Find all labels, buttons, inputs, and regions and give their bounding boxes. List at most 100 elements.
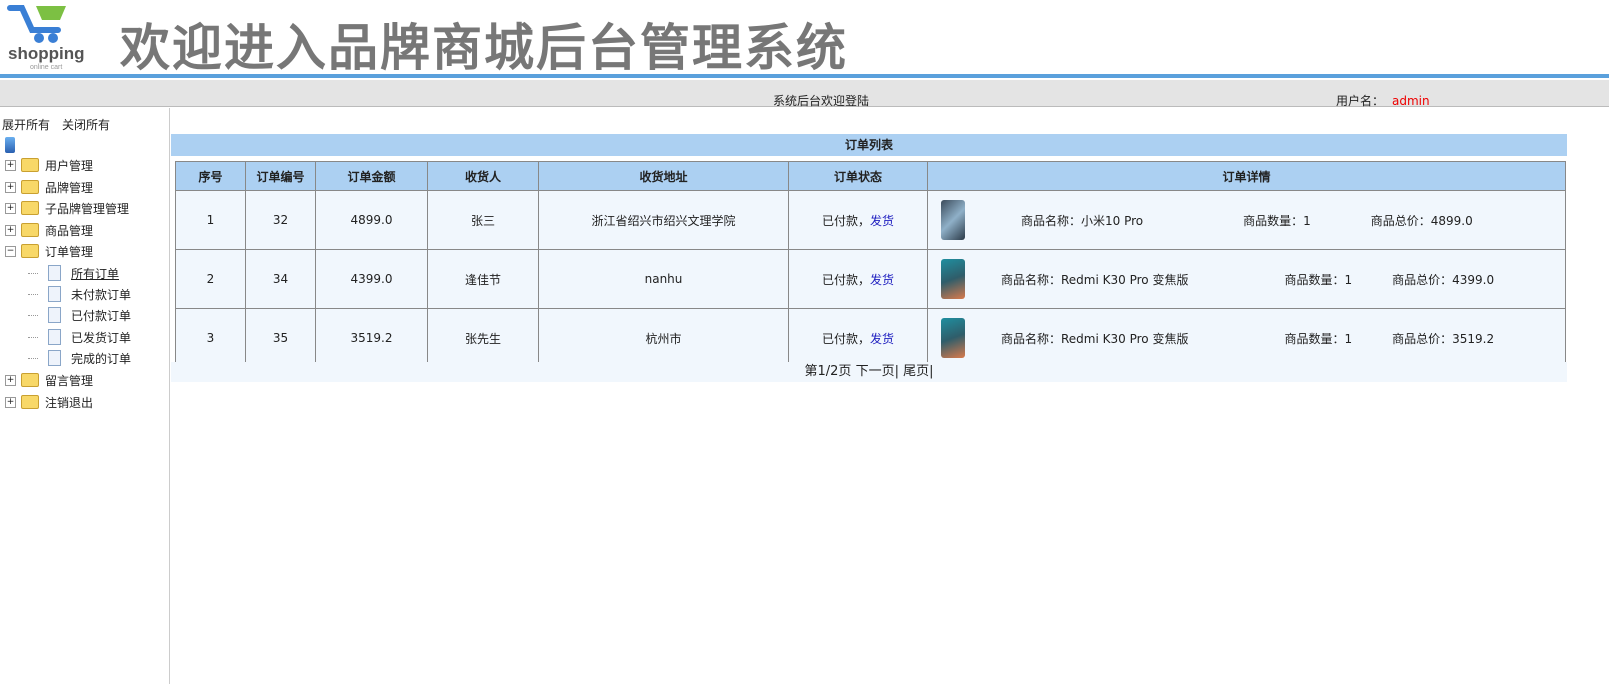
item-label: 子品牌管理管理 [45,201,130,216]
sidebar-sub-unpaid[interactable]: 未付款订单 [28,285,131,303]
col-header: 序号 [175,161,246,191]
sidebar-item-users[interactable]: + 用户管理 [5,156,93,174]
cell-address: 浙江省绍兴市绍兴文理学院 [538,190,789,250]
welcome-text: 系统后台欢迎登陆 [773,94,870,108]
status-text: 已付款， [821,272,870,287]
sidebar-item-orders[interactable]: − 订单管理 [5,242,93,260]
folder-icon [21,373,39,387]
table-header: 序号 订单编号 订单金额 收货人 收货地址 订单状态 订单详情 [175,161,1566,191]
product-qty: 商品数量：1 [1284,331,1353,346]
product-image [941,200,965,240]
sidebar-item-messages[interactable]: + 留言管理 [5,371,93,389]
folder-icon [21,223,39,237]
item-label[interactable]: 所有订单 [71,265,119,282]
product-total: 商品总价：3519.2 [1392,331,1495,346]
status-text: 已付款， [821,213,870,228]
plus-icon[interactable]: + [5,181,16,193]
sidebar-sub-shipped[interactable]: 已发货订单 [28,328,131,346]
sidebar-sub-paid[interactable]: 已付款订单 [28,306,131,324]
ship-link[interactable]: 发货 [870,214,894,228]
cell-address: 杭州市 [538,308,789,368]
document-icon [48,286,61,302]
last-page-link[interactable]: 尾页| [903,364,933,379]
table-row: 1 32 4899.0 张三 浙江省绍兴市绍兴文理学院 已付款，发货 商品名称：… [175,190,1566,250]
item-label: 留言管理 [45,373,94,388]
cell-order-id: 35 [245,308,316,368]
cell-receiver: 张先生 [427,308,539,368]
header: shopping online cart 欢迎进入品牌商城后台管理系统 [0,0,1609,77]
product-image [941,318,965,358]
computer-icon [5,136,15,154]
document-icon [48,307,61,323]
item-label[interactable]: 完成的订单 [71,350,131,367]
sidebar: 展开所有 关闭所有 + 用户管理 + 品牌管理 + 子品牌管理管理 + 商品管理 − 订单管… [0,108,170,684]
cell-order-id: 34 [245,249,316,309]
sidebar-item-brands[interactable]: + 品牌管理 [5,178,93,196]
cell-status: 已付款，发货 [788,308,928,368]
cell-receiver: 逢佳节 [427,249,539,309]
top-bar: 系统后台欢迎登陆 用户名： admin [0,80,1609,109]
item-label: 品牌管理 [45,180,94,195]
ship-link[interactable]: 发货 [870,332,894,346]
next-page-link[interactable]: 下一页| [856,364,899,379]
col-header: 收货人 [427,161,539,191]
sidebar-item-subbrands[interactable]: + 子品牌管理管理 [5,199,129,217]
ship-link[interactable]: 发货 [870,273,894,287]
item-label[interactable]: 已发货订单 [71,329,131,346]
col-header: 订单状态 [788,161,928,191]
document-icon [48,329,61,345]
user-info: 用户名： admin [1336,92,1430,109]
item-label[interactable]: 未付款订单 [71,286,131,303]
plus-icon[interactable]: + [5,374,16,386]
cell-no: 1 [175,190,246,250]
folder-icon [21,201,39,215]
folder-open-icon [21,244,39,258]
cell-status: 已付款，发货 [788,190,928,250]
list-title: 订单列表 [171,134,1567,156]
cell-amount: 4399.0 [315,249,428,309]
page-info: 第1/2页 [804,364,852,379]
item-label: 注销退出 [45,395,94,410]
folder-icon [21,395,39,409]
cell-address: nanhu [538,249,789,309]
order-table: 序号 订单编号 订单金额 收货人 收货地址 订单状态 订单详情 1 32 489… [175,161,1566,368]
item-label: 订单管理 [45,244,94,259]
sidebar-sub-completed[interactable]: 完成的订单 [28,349,131,367]
cell-receiver: 张三 [427,190,539,250]
cell-amount: 4899.0 [315,190,428,250]
order-list-panel: 订单列表 序号 订单编号 订单金额 收货人 收货地址 订单状态 订单详情 1 3… [171,134,1567,382]
plus-icon[interactable]: + [5,202,16,214]
cell-detail: 商品名称：Redmi K30 Pro 变焦版 商品数量：1 商品总价：3519.… [927,308,1566,368]
sidebar-sub-all-orders[interactable]: 所有订单 [28,264,119,282]
svg-text:shopping: shopping [8,44,84,63]
cell-amount: 3519.2 [315,308,428,368]
plus-icon[interactable]: + [5,224,16,236]
sidebar-item-products[interactable]: + 商品管理 [5,221,93,239]
table-row: 2 34 4399.0 逢佳节 nanhu 已付款，发货 商品名称：Redmi … [175,249,1566,309]
collapse-all-link[interactable]: 关闭所有 [62,118,110,132]
product-total: 商品总价：4899.0 [1370,213,1473,228]
expand-all-link[interactable]: 展开所有 [2,118,50,132]
product-image [941,259,965,299]
username: admin [1392,94,1430,108]
sidebar-item-logout[interactable]: + 注销退出 [5,393,93,411]
item-label: 用户管理 [45,158,94,173]
document-icon [48,350,61,366]
shopping-cart-logo: shopping online cart [6,2,86,72]
cell-order-id: 32 [245,190,316,250]
product-qty: 商品数量：1 [1284,272,1353,287]
cell-status: 已付款，发货 [788,249,928,309]
pagination: 第1/2页 下一页| 尾页| [171,362,1567,382]
cell-no: 3 [175,308,246,368]
folder-icon [21,158,39,172]
svg-text:online cart: online cart [30,64,62,71]
plus-icon[interactable]: + [5,396,16,408]
cart-icon: shopping online cart [7,5,84,71]
plus-icon[interactable]: + [5,159,16,171]
product-name: 商品名称：小米10 Pro [1021,213,1144,228]
minus-icon[interactable]: − [5,245,16,257]
product-qty: 商品数量：1 [1243,213,1311,228]
status-text: 已付款， [821,331,870,346]
cell-detail: 商品名称：Redmi K30 Pro 变焦版 商品数量：1 商品总价：4399.… [927,249,1566,309]
item-label[interactable]: 已付款订单 [71,307,131,324]
